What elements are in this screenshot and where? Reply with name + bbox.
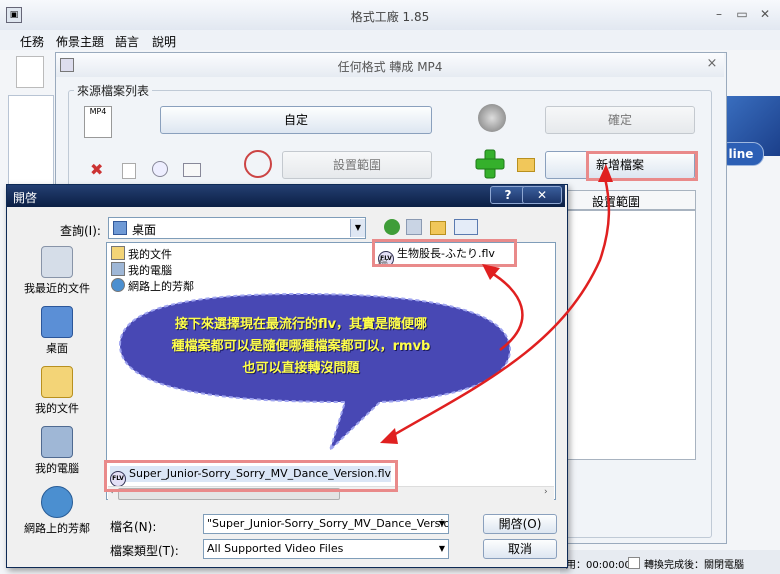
callout-line: 也可以直接轉沒問題 [242, 361, 360, 376]
callout-text: 接下來選擇現在最流行的flv，其實是隨便哪 種檔案都可以是隨便哪種檔案都可以，r… [124, 314, 478, 380]
callout-line: 接下來選擇現在最流行的flv，其實是隨便哪 [174, 317, 428, 332]
arrow-head-add-file [598, 164, 613, 182]
arrow-head-selected-file [380, 428, 398, 444]
callout-line: 種檔案都可以是隨便哪種檔案都可以，rmvb [171, 339, 431, 354]
annotation-overlay [118, 164, 613, 451]
